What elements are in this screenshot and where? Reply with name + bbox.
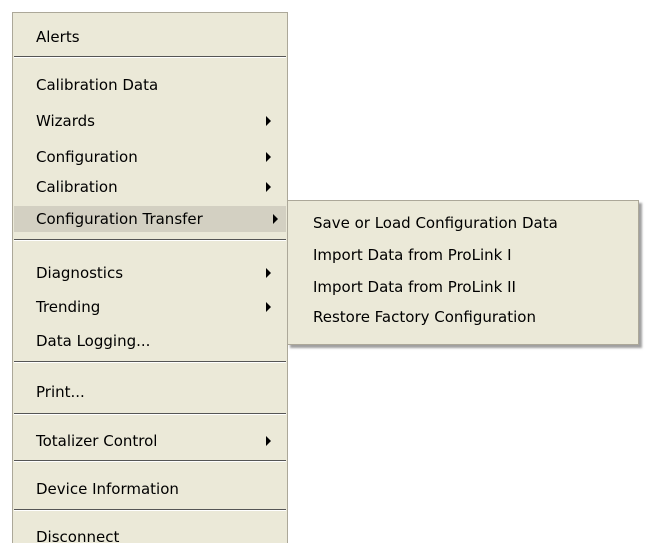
menu-item-trending[interactable]: Trending [14,294,286,320]
menu-item-calibration[interactable]: Calibration [14,174,286,200]
menu-item-print[interactable]: Print... [14,379,286,405]
submenu-arrow-icon [266,302,271,312]
submenu-arrow-icon [266,116,271,126]
context-menu: Alerts Calibration Data Wizards Configur… [12,12,288,546]
menu-item-label: Restore Factory Configuration [313,308,536,326]
menu-item-label: Import Data from ProLink I [313,246,512,264]
menu-separator [14,56,286,58]
submenu-arrow-icon [266,436,271,446]
menu-item-configuration[interactable]: Configuration [14,144,286,170]
menu-item-label: Save or Load Configuration Data [313,214,558,232]
submenu-item-import-data-from-prolink-ii[interactable]: Import Data from ProLink II [289,274,637,300]
menu-item-label: Wizards [36,112,95,130]
menu-separator [14,239,286,241]
menu-separator [14,361,286,363]
menu-item-label: Device Information [36,480,179,498]
menu-item-label: Calibration [36,178,118,196]
menu-item-configuration-transfer[interactable]: Configuration Transfer [14,206,286,232]
menu-item-label: Disconnect [36,528,120,546]
menu-item-label: Alerts [36,28,80,46]
menu-separator [14,413,286,415]
menu-item-calibration-data[interactable]: Calibration Data [14,72,286,98]
menu-item-label: Data Logging... [36,332,151,350]
menu-item-label: Calibration Data [36,76,159,94]
menu-item-disconnect[interactable]: Disconnect [14,524,286,550]
menu-item-device-information[interactable]: Device Information [14,476,286,502]
menu-item-label: Diagnostics [36,264,124,282]
menu-separator [14,460,286,462]
menu-item-diagnostics[interactable]: Diagnostics [14,260,286,286]
menu-item-label: Print... [36,383,85,401]
submenu-item-import-data-from-prolink-i[interactable]: Import Data from ProLink I [289,242,637,268]
submenu-arrow-icon [266,152,271,162]
menu-item-label: Trending [36,298,101,316]
submenu-arrow-icon [273,214,278,224]
menu-item-alerts[interactable]: Alerts [14,24,286,50]
menu-item-label: Import Data from ProLink II [313,278,516,296]
configuration-transfer-submenu: Save or Load Configuration Data Import D… [287,200,639,345]
menu-item-label: Configuration Transfer [36,210,203,228]
submenu-arrow-icon [266,268,271,278]
submenu-item-restore-factory-configuration[interactable]: Restore Factory Configuration [289,304,637,330]
menu-item-label: Totalizer Control [36,432,158,450]
menu-item-data-logging[interactable]: Data Logging... [14,328,286,354]
menu-separator [14,509,286,511]
menu-item-wizards[interactable]: Wizards [14,108,286,134]
submenu-arrow-icon [266,182,271,192]
menu-item-totalizer-control[interactable]: Totalizer Control [14,428,286,454]
menu-item-label: Configuration [36,148,138,166]
submenu-item-save-or-load-configuration-data[interactable]: Save or Load Configuration Data [289,210,637,236]
